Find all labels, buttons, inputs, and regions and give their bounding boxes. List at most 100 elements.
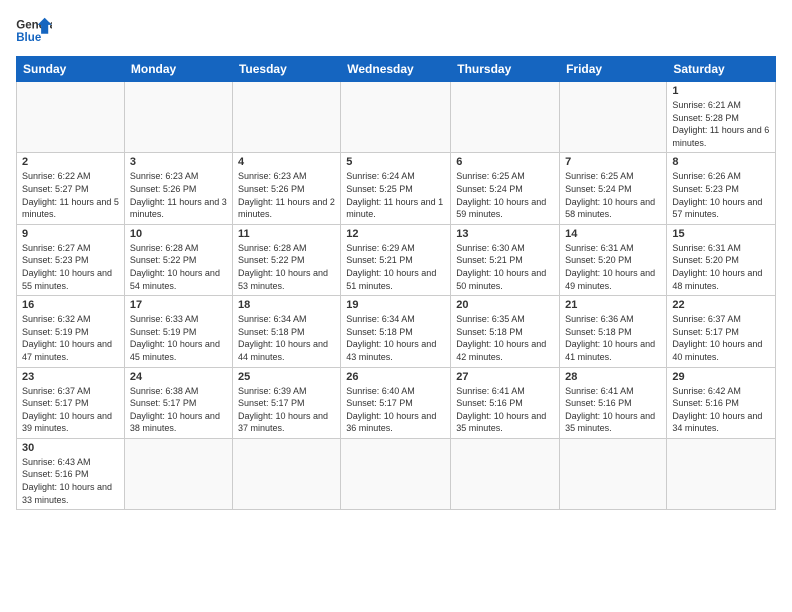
calendar-week-row: 23 Sunrise: 6:37 AM Sunset: 5:17 PM Dayli… [17, 367, 776, 438]
calendar-cell: 20 Sunrise: 6:35 AM Sunset: 5:18 PM Dayli… [451, 296, 560, 367]
calendar-cell: 26Sunrise: 6:40 AM Sunset: 5:17 PM Dayli… [341, 367, 451, 438]
calendar-cell: 4Sunrise: 6:23 AM Sunset: 5:26 PM Daylig… [232, 153, 340, 224]
day-info: Sunrise: 6:30 AM Sunset: 5:21 PM Dayligh… [456, 242, 554, 292]
day-number: 16 [22, 299, 119, 311]
day-info: Sunrise: 6:43 AM Sunset: 5:16 PM Dayligh… [22, 456, 119, 506]
day-info: Sunrise: 6:25 AM Sunset: 5:24 PM Dayligh… [565, 170, 661, 220]
day-info: Sunrise: 6:37 AM Sunset: 5:17 PM Dayligh… [672, 313, 770, 363]
calendar-cell: 5Sunrise: 6:24 AM Sunset: 5:25 PM Daylig… [341, 153, 451, 224]
calendar-cell: 28 Sunrise: 6:41 AM Sunset: 5:16 PM Dayli… [560, 367, 667, 438]
calendar-cell: 27 Sunrise: 6:41 AM Sunset: 5:16 PM Dayli… [451, 367, 560, 438]
day-info: Sunrise: 6:35 AM Sunset: 5:18 PM Dayligh… [456, 313, 554, 363]
day-number: 29 [672, 371, 770, 383]
calendar-cell [341, 82, 451, 153]
calendar-cell [341, 438, 451, 509]
calendar-cell: 30Sunrise: 6:43 AM Sunset: 5:16 PM Dayli… [17, 438, 125, 509]
day-number: 7 [565, 156, 661, 168]
day-number: 23 [22, 371, 119, 383]
day-info: Sunrise: 6:38 AM Sunset: 5:17 PM Dayligh… [130, 385, 227, 435]
day-number: 4 [238, 156, 335, 168]
calendar-cell: 9 Sunrise: 6:27 AM Sunset: 5:23 PM Daylig… [17, 224, 125, 295]
day-number: 27 [456, 371, 554, 383]
calendar-cell: 16 Sunrise: 6:32 AM Sunset: 5:19 PM Dayli… [17, 296, 125, 367]
calendar-cell: 21 Sunrise: 6:36 AM Sunset: 5:18 PM Dayli… [560, 296, 667, 367]
day-number: 26 [346, 371, 445, 383]
calendar-cell [232, 82, 340, 153]
calendar-cell: 18 Sunrise: 6:34 AM Sunset: 5:18 PM Dayli… [232, 296, 340, 367]
day-header-saturday: Saturday [667, 57, 776, 82]
day-info: Sunrise: 6:22 AM Sunset: 5:27 PM Dayligh… [22, 170, 119, 220]
calendar-cell: 24 Sunrise: 6:38 AM Sunset: 5:17 PM Dayli… [124, 367, 232, 438]
day-info: Sunrise: 6:34 AM Sunset: 5:18 PM Dayligh… [346, 313, 445, 363]
calendar-cell: 11 Sunrise: 6:28 AM Sunset: 5:22 PM Dayli… [232, 224, 340, 295]
day-number: 22 [672, 299, 770, 311]
day-info: Sunrise: 6:29 AM Sunset: 5:21 PM Dayligh… [346, 242, 445, 292]
header: General Blue [16, 16, 776, 48]
day-number: 17 [130, 299, 227, 311]
calendar-cell: 10Sunrise: 6:28 AM Sunset: 5:22 PM Dayli… [124, 224, 232, 295]
day-info: Sunrise: 6:39 AM Sunset: 5:17 PM Dayligh… [238, 385, 335, 435]
calendar-cell [560, 438, 667, 509]
day-number: 15 [672, 228, 770, 240]
day-info: Sunrise: 6:26 AM Sunset: 5:23 PM Dayligh… [672, 170, 770, 220]
day-info: Sunrise: 6:31 AM Sunset: 5:20 PM Dayligh… [672, 242, 770, 292]
calendar-cell [124, 82, 232, 153]
day-info: Sunrise: 6:37 AM Sunset: 5:17 PM Dayligh… [22, 385, 119, 435]
calendar-cell [451, 82, 560, 153]
day-number: 3 [130, 156, 227, 168]
calendar-cell: 23 Sunrise: 6:37 AM Sunset: 5:17 PM Dayli… [17, 367, 125, 438]
calendar-cell: 25 Sunrise: 6:39 AM Sunset: 5:17 PM Dayli… [232, 367, 340, 438]
day-info: Sunrise: 6:25 AM Sunset: 5:24 PM Dayligh… [456, 170, 554, 220]
calendar-cell: 8 Sunrise: 6:26 AM Sunset: 5:23 PM Daylig… [667, 153, 776, 224]
day-info: Sunrise: 6:28 AM Sunset: 5:22 PM Dayligh… [130, 242, 227, 292]
day-info: Sunrise: 6:24 AM Sunset: 5:25 PM Dayligh… [346, 170, 445, 220]
calendar-cell: 2Sunrise: 6:22 AM Sunset: 5:27 PM Daylig… [17, 153, 125, 224]
logo-icon: General Blue [16, 16, 52, 48]
calendar-cell [667, 438, 776, 509]
calendar-cell: 14 Sunrise: 6:31 AM Sunset: 5:20 PM Dayli… [560, 224, 667, 295]
day-header-friday: Friday [560, 57, 667, 82]
day-info: Sunrise: 6:41 AM Sunset: 5:16 PM Dayligh… [565, 385, 661, 435]
day-info: Sunrise: 6:27 AM Sunset: 5:23 PM Dayligh… [22, 242, 119, 292]
day-number: 18 [238, 299, 335, 311]
day-info: Sunrise: 6:42 AM Sunset: 5:16 PM Dayligh… [672, 385, 770, 435]
day-number: 24 [130, 371, 227, 383]
day-info: Sunrise: 6:36 AM Sunset: 5:18 PM Dayligh… [565, 313, 661, 363]
calendar-cell: 15 Sunrise: 6:31 AM Sunset: 5:20 PM Dayli… [667, 224, 776, 295]
day-header-sunday: Sunday [17, 57, 125, 82]
day-number: 20 [456, 299, 554, 311]
calendar-cell [451, 438, 560, 509]
day-info: Sunrise: 6:28 AM Sunset: 5:22 PM Dayligh… [238, 242, 335, 292]
day-number: 9 [22, 228, 119, 240]
calendar-cell [232, 438, 340, 509]
day-number: 19 [346, 299, 445, 311]
day-number: 28 [565, 371, 661, 383]
calendar-cell: 12Sunrise: 6:29 AM Sunset: 5:21 PM Dayli… [341, 224, 451, 295]
calendar-cell: 17Sunrise: 6:33 AM Sunset: 5:19 PM Dayli… [124, 296, 232, 367]
calendar-cell: 3 Sunrise: 6:23 AM Sunset: 5:26 PM Daylig… [124, 153, 232, 224]
day-info: Sunrise: 6:31 AM Sunset: 5:20 PM Dayligh… [565, 242, 661, 292]
calendar-week-row: 1Sunrise: 6:21 AM Sunset: 5:28 PM Daylig… [17, 82, 776, 153]
logo-area: General Blue [16, 16, 52, 48]
day-header-tuesday: Tuesday [232, 57, 340, 82]
calendar-cell: 29 Sunrise: 6:42 AM Sunset: 5:16 PM Dayli… [667, 367, 776, 438]
calendar-week-row: 30Sunrise: 6:43 AM Sunset: 5:16 PM Dayli… [17, 438, 776, 509]
calendar-cell [17, 82, 125, 153]
calendar-cell: 19 Sunrise: 6:34 AM Sunset: 5:18 PM Dayli… [341, 296, 451, 367]
calendar-cell [124, 438, 232, 509]
day-number: 21 [565, 299, 661, 311]
day-number: 25 [238, 371, 335, 383]
day-info: Sunrise: 6:34 AM Sunset: 5:18 PM Dayligh… [238, 313, 335, 363]
day-number: 11 [238, 228, 335, 240]
calendar-cell [560, 82, 667, 153]
day-number: 14 [565, 228, 661, 240]
day-info: Sunrise: 6:41 AM Sunset: 5:16 PM Dayligh… [456, 385, 554, 435]
calendar: SundayMondayTuesdayWednesdayThursdayFrid… [16, 56, 776, 510]
calendar-cell: 1Sunrise: 6:21 AM Sunset: 5:28 PM Daylig… [667, 82, 776, 153]
calendar-cell: 22 Sunrise: 6:37 AM Sunset: 5:17 PM Dayli… [667, 296, 776, 367]
day-info: Sunrise: 6:32 AM Sunset: 5:19 PM Dayligh… [22, 313, 119, 363]
calendar-cell: 6Sunrise: 6:25 AM Sunset: 5:24 PM Daylig… [451, 153, 560, 224]
calendar-cell: 7 Sunrise: 6:25 AM Sunset: 5:24 PM Daylig… [560, 153, 667, 224]
day-number: 8 [672, 156, 770, 168]
day-info: Sunrise: 6:23 AM Sunset: 5:26 PM Dayligh… [130, 170, 227, 220]
